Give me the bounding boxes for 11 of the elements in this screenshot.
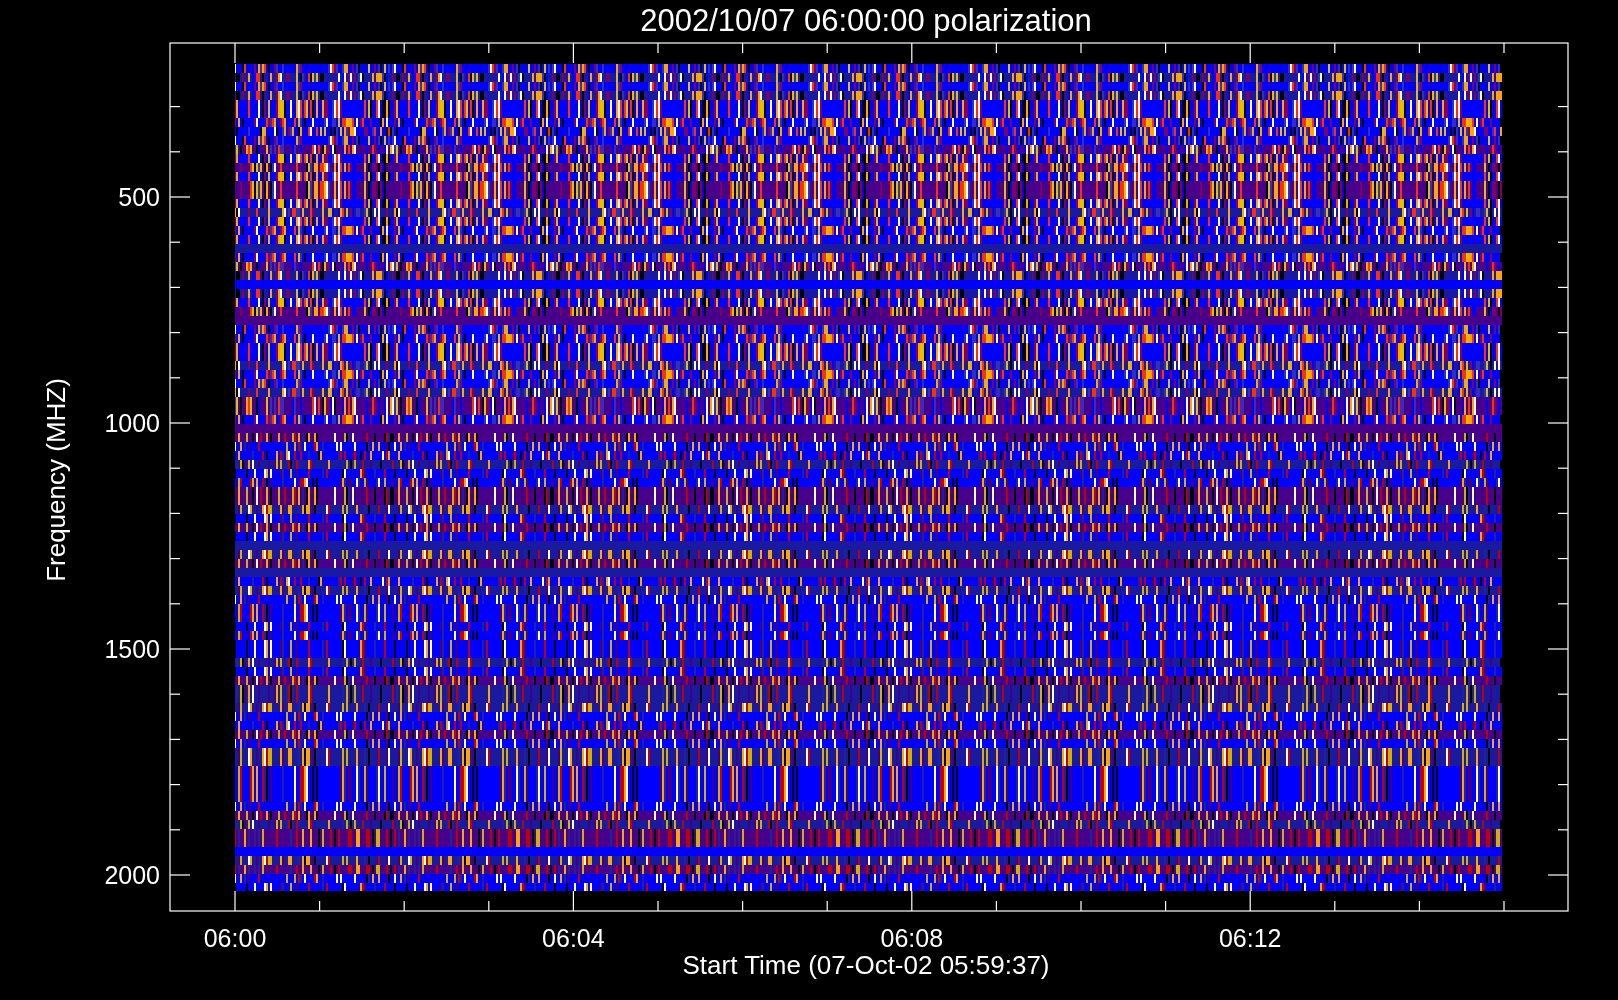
y-tick-label: 2000 <box>104 861 160 889</box>
x-tick-label: 06:00 <box>203 924 267 952</box>
x-tick-label: 06:04 <box>542 924 605 952</box>
y-tick-label: 1000 <box>104 409 160 437</box>
y-tick-label: 1500 <box>104 635 160 663</box>
chart-title: 2002/10/07 06:00:00 polarization <box>640 3 1092 38</box>
x-tick-label: 06:08 <box>880 924 944 952</box>
y-axis-label: Frequency (MHZ) <box>41 378 71 582</box>
x-tick-label: 06:12 <box>1218 924 1282 952</box>
y-tick-label: 500 <box>118 183 160 211</box>
x-axis-label: Start Time (07-Oct-02 05:59:37) <box>682 950 1050 980</box>
